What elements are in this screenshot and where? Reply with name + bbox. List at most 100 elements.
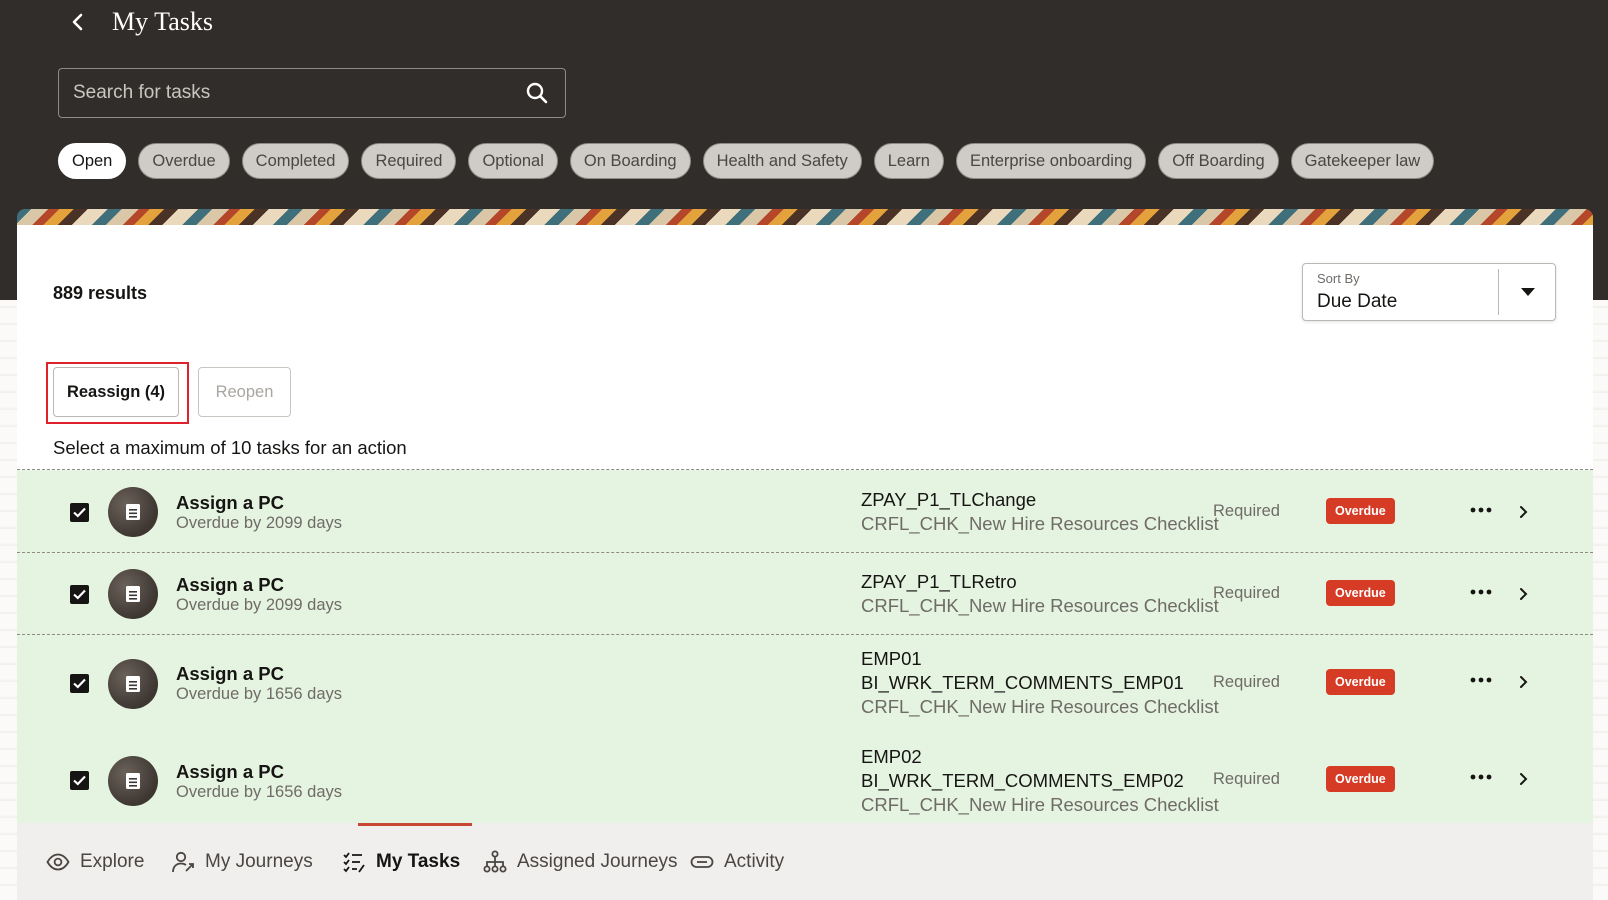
nav-explore-label: Explore: [80, 850, 145, 872]
overdue-badge: Overdue: [1326, 580, 1395, 606]
task-avatar: [108, 487, 158, 537]
results-count: 889 results: [53, 283, 148, 303]
task-requirement: Required: [1213, 584, 1280, 602]
document-icon: [126, 504, 140, 520]
task-title[interactable]: Assign a PC: [176, 761, 284, 783]
row-checkbox[interactable]: [70, 771, 89, 790]
task-avatar: [108, 756, 158, 806]
task-title[interactable]: Assign a PC: [176, 574, 284, 596]
task-requirement: Required: [1213, 673, 1280, 691]
task-list: Assign a PC Overdue by 2099 days ZPAY_P1…: [17, 469, 1593, 823]
search-box: [58, 68, 566, 118]
user-journey-icon: [172, 851, 194, 872]
sort-by-select[interactable]: Sort By Due Date: [1302, 263, 1556, 321]
task-detail-line: ZPAY_P1_TLChange: [861, 489, 1037, 510]
checkmark-icon: [73, 507, 86, 518]
filter-chip-off-boarding[interactable]: Off Boarding: [1158, 143, 1279, 179]
nav-my-tasks[interactable]: My Tasks: [342, 823, 460, 900]
task-avatar: [108, 659, 158, 709]
task-row[interactable]: Assign a PC Overdue by 1656 days EMP01 B…: [17, 635, 1593, 732]
nav-activity-label: Activity: [724, 850, 785, 872]
document-icon: [126, 676, 140, 692]
task-details: ZPAY_P1_TLChange CRFL_CHK_New Hire Resou…: [861, 488, 1219, 536]
nav-my-journeys-label: My Journeys: [205, 850, 313, 872]
more-actions-icon[interactable]: [1466, 500, 1496, 520]
task-row[interactable]: Assign a PC Overdue by 1656 days EMP02 B…: [17, 732, 1593, 823]
filter-chip-required[interactable]: Required: [361, 143, 457, 179]
overdue-badge: Overdue: [1326, 498, 1395, 524]
filter-chip-gatekeeper-law[interactable]: Gatekeeper law: [1290, 143, 1435, 179]
back-button[interactable]: [64, 6, 92, 38]
document-icon: [126, 773, 140, 789]
task-detail-line: BI_WRK_TERM_COMMENTS_EMP02: [861, 770, 1184, 791]
reassign-button[interactable]: Reassign (4): [53, 367, 179, 417]
task-checklist: CRFL_CHK_New Hire Resources Checklist: [861, 794, 1219, 815]
task-requirement: Required: [1213, 502, 1280, 520]
search-input[interactable]: [59, 69, 509, 117]
task-checklist: CRFL_CHK_New Hire Resources Checklist: [861, 595, 1219, 616]
task-row[interactable]: Assign a PC Overdue by 2099 days ZPAY_P1…: [17, 470, 1593, 553]
task-detail-line: EMP01: [861, 648, 922, 669]
filter-chip-learn[interactable]: Learn: [873, 143, 944, 179]
chevron-right-icon[interactable]: [1512, 767, 1534, 791]
task-details: ZPAY_P1_TLRetro CRFL_CHK_New Hire Resour…: [861, 570, 1219, 618]
more-actions-icon[interactable]: [1466, 670, 1496, 690]
task-panel: 889 results Sort By Due Date Reassign (4…: [17, 225, 1593, 900]
checkmark-icon: [73, 589, 86, 600]
chevron-right-icon[interactable]: [1512, 670, 1534, 694]
task-avatar: [108, 569, 158, 619]
document-icon: [126, 586, 140, 602]
sort-by-label: Sort By: [1317, 271, 1360, 286]
caret-down-icon[interactable]: [1499, 264, 1556, 320]
filter-chip-enterprise-onboarding[interactable]: Enterprise onboarding: [955, 143, 1147, 179]
link-icon: [690, 855, 714, 868]
task-detail-line: EMP02: [861, 746, 922, 767]
task-title[interactable]: Assign a PC: [176, 492, 284, 514]
selection-hint: Select a maximum of 10 tasks for an acti…: [53, 437, 407, 458]
more-actions-icon[interactable]: [1466, 582, 1496, 602]
task-row[interactable]: Assign a PC Overdue by 2099 days ZPAY_P1…: [17, 553, 1593, 635]
chevron-left-icon: [72, 13, 83, 31]
task-due-status: Overdue by 2099 days: [176, 596, 343, 614]
hierarchy-icon: [483, 850, 507, 872]
checkmark-icon: [73, 775, 86, 786]
row-checkbox[interactable]: [70, 503, 89, 522]
filter-chip-health-and-safety[interactable]: Health and Safety: [702, 143, 862, 179]
nav-assigned-journeys-label: Assigned Journeys: [517, 850, 678, 872]
task-detail-line: BI_WRK_TERM_COMMENTS_EMP01: [861, 672, 1184, 693]
nav-my-journeys[interactable]: My Journeys: [171, 823, 313, 900]
bottom-nav: Explore My Journeys My Tasks Assigned Jo…: [17, 823, 1593, 900]
filter-chip-open[interactable]: Open: [58, 143, 127, 179]
task-details: EMP02 BI_WRK_TERM_COMMENTS_EMP02 CRFL_CH…: [861, 745, 1219, 817]
filter-chip-on-boarding[interactable]: On Boarding: [569, 143, 691, 179]
nav-activity[interactable]: Activity: [690, 823, 784, 900]
nav-explore[interactable]: Explore: [46, 823, 144, 900]
nav-assigned-journeys[interactable]: Assigned Journeys: [483, 823, 678, 900]
row-checkbox[interactable]: [70, 585, 89, 604]
decorative-banner: [17, 209, 1593, 225]
task-due-status: Overdue by 2099 days: [176, 514, 343, 532]
task-title[interactable]: Assign a PC: [176, 663, 284, 685]
task-detail-line: ZPAY_P1_TLRetro: [861, 571, 1017, 592]
task-checklist: CRFL_CHK_New Hire Resources Checklist: [861, 696, 1219, 717]
task-due-status: Overdue by 1656 days: [176, 783, 343, 801]
task-checklist: CRFL_CHK_New Hire Resources Checklist: [861, 513, 1219, 534]
chevron-right-icon[interactable]: [1512, 582, 1534, 606]
search-icon[interactable]: [509, 69, 565, 117]
page-title: My Tasks: [112, 7, 213, 36]
filter-chips: Open Overdue Completed Required Optional…: [58, 143, 1435, 179]
overdue-badge: Overdue: [1326, 669, 1395, 695]
more-actions-icon[interactable]: [1466, 767, 1496, 787]
task-details: EMP01 BI_WRK_TERM_COMMENTS_EMP01 CRFL_CH…: [861, 647, 1219, 719]
eye-icon: [46, 853, 70, 870]
overdue-badge: Overdue: [1326, 766, 1395, 792]
task-due-status: Overdue by 1656 days: [176, 685, 343, 703]
nav-my-tasks-label: My Tasks: [376, 850, 461, 872]
sort-by-value: Due Date: [1317, 291, 1398, 312]
chevron-right-icon[interactable]: [1512, 500, 1534, 524]
filter-chip-overdue[interactable]: Overdue: [138, 143, 230, 179]
row-checkbox[interactable]: [70, 674, 89, 693]
filter-chip-optional[interactable]: Optional: [468, 143, 558, 179]
reopen-button[interactable]: Reopen: [198, 367, 291, 417]
filter-chip-completed[interactable]: Completed: [241, 143, 350, 179]
